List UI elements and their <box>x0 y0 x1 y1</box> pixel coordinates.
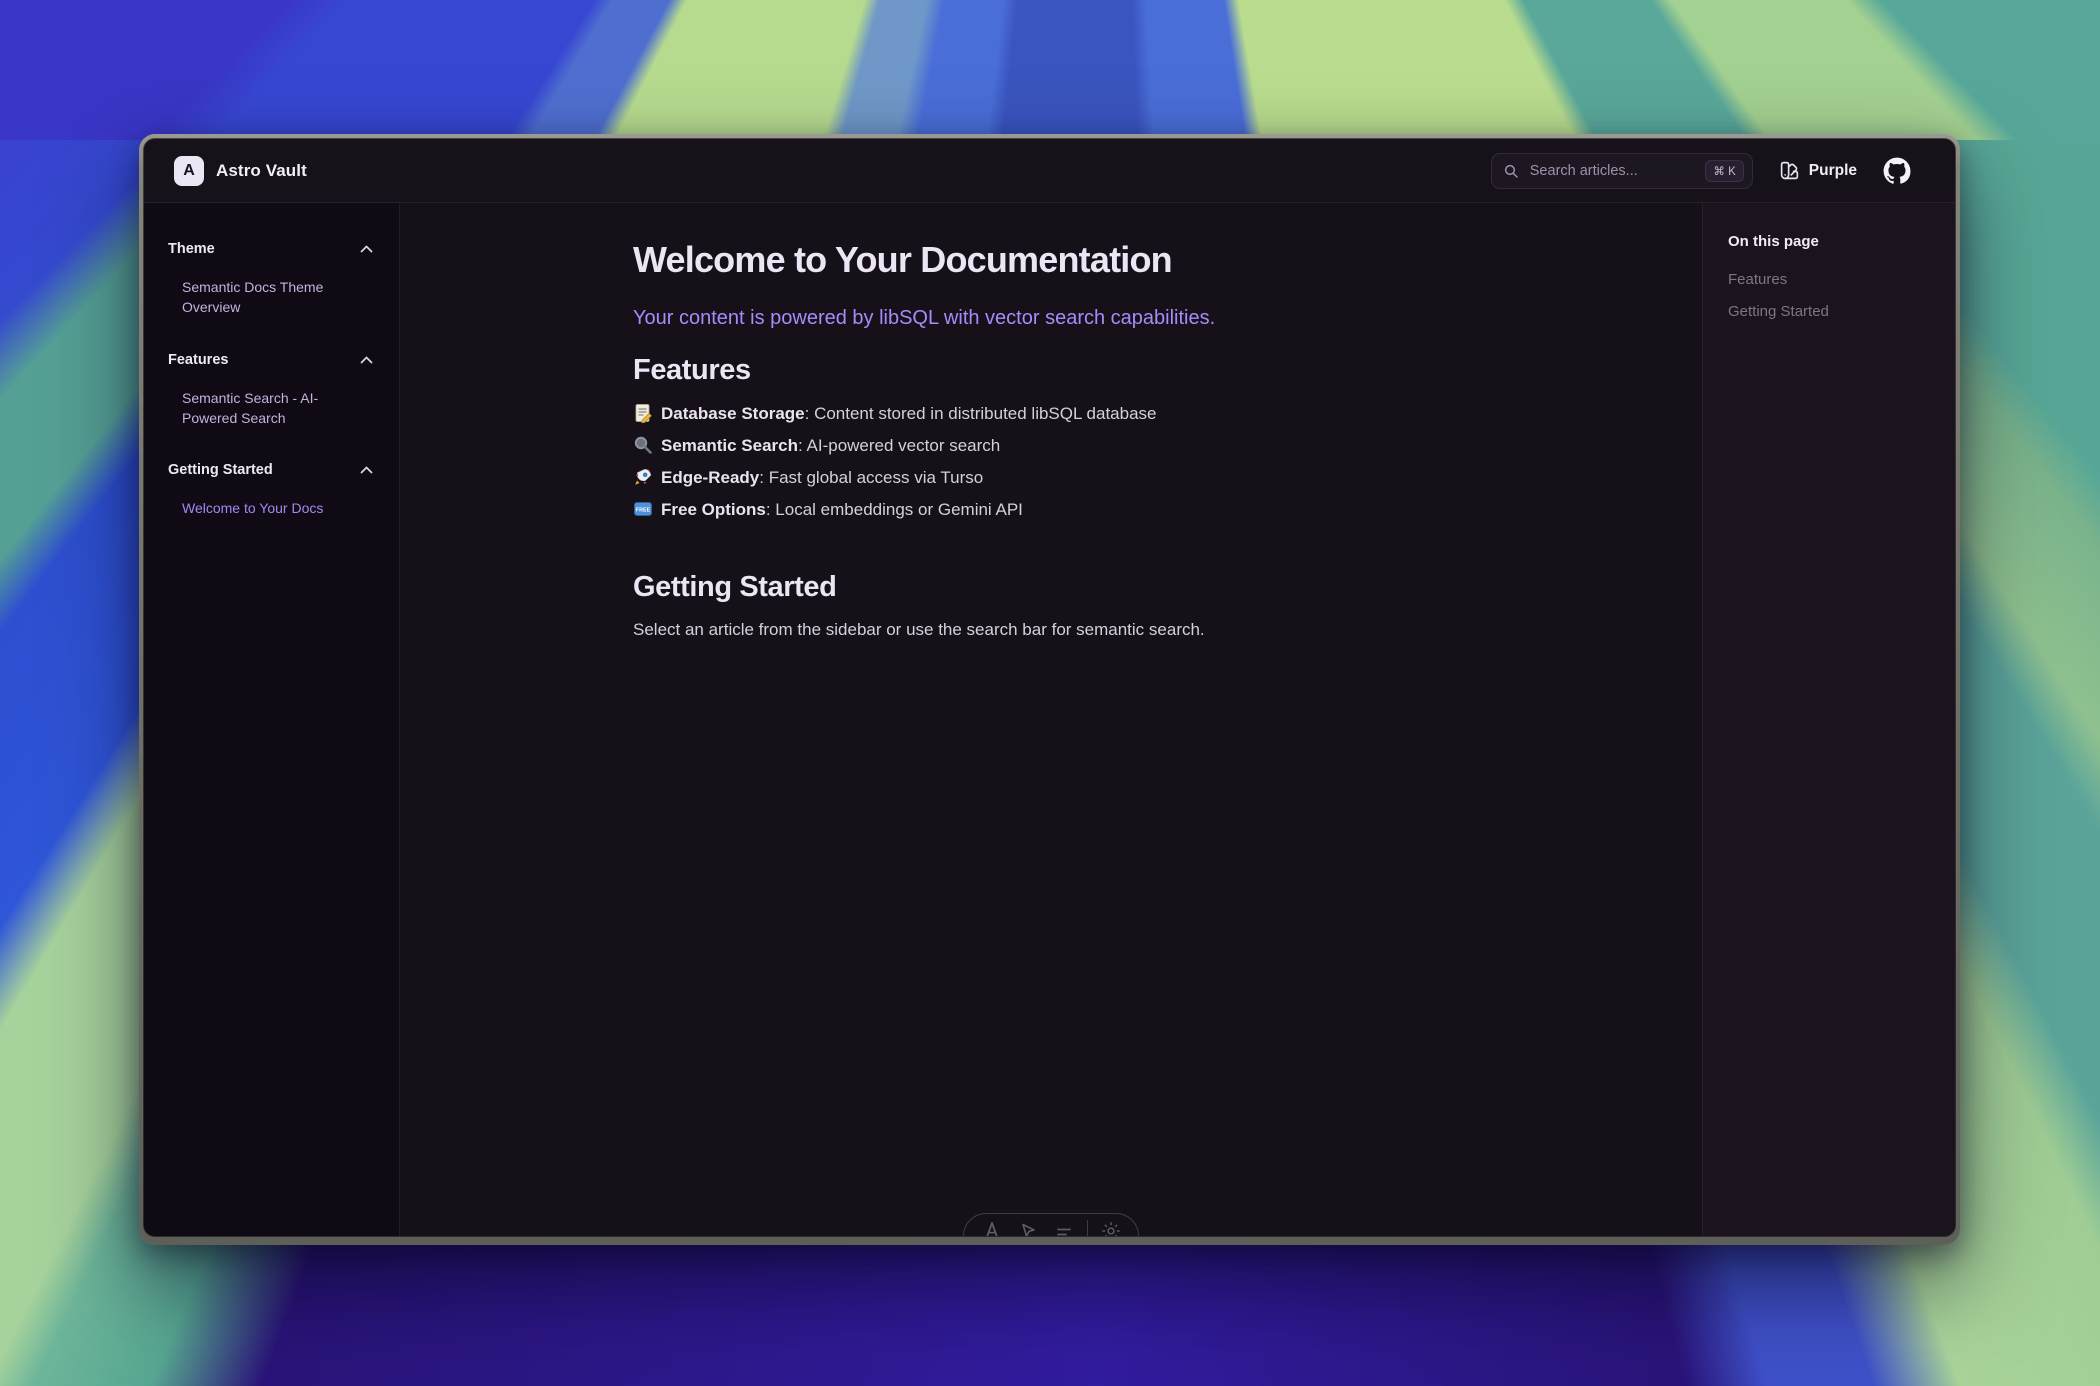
github-link[interactable] <box>1883 157 1911 185</box>
page-intro: Your content is powered by libSQL with v… <box>633 307 1469 330</box>
feature-label: Free Options <box>661 500 766 519</box>
toc-link-getting-started[interactable]: Getting Started <box>1728 303 1935 320</box>
feature-text: : Content stored in distributed libSQL d… <box>805 404 1157 423</box>
site-logo[interactable]: A <box>174 156 204 186</box>
sidebar-link-semantic-search[interactable]: Semantic Search - AI-Powered Search <box>168 388 373 429</box>
search-input[interactable] <box>1528 162 1706 180</box>
sidebar-section-theme: Theme Semantic Docs Theme Overview <box>168 241 373 318</box>
sidebar-section-label: Theme <box>168 241 215 257</box>
dev-toolbar-audit-button[interactable] <box>1049 1220 1079 1236</box>
audit-icon <box>1053 1220 1075 1236</box>
feature-item-database-storage: Database Storage: Content stored in dist… <box>633 403 1469 425</box>
sidebar-section-features-header[interactable]: Features <box>168 352 373 368</box>
getting-started-heading: Getting Started <box>633 571 1469 604</box>
toc-link-features[interactable]: Features <box>1728 271 1935 288</box>
feature-text: : AI-powered vector search <box>798 436 1000 455</box>
chevron-up-icon <box>360 356 373 364</box>
sidebar-section-getting-started: Getting Started Welcome to Your Docs <box>168 462 373 518</box>
search-bar[interactable]: ⌘ K <box>1491 153 1753 189</box>
free-emoji: FREE <box>633 499 653 519</box>
site-header: A Astro Vault ⌘ K <box>144 139 1955 203</box>
article: Welcome to Your Documentation Your conte… <box>633 203 1469 640</box>
chevron-up-icon <box>360 466 373 474</box>
desktop: A Astro Vault ⌘ K <box>0 0 2100 1386</box>
astro-logo-icon <box>981 1220 1003 1236</box>
site-title[interactable]: Astro Vault <box>216 161 307 181</box>
feature-item-semantic-search: Semantic Search: AI-powered vector searc… <box>633 435 1469 457</box>
app-window-body: A Astro Vault ⌘ K <box>144 139 1955 1236</box>
main-content: Welcome to Your Documentation Your conte… <box>400 203 1702 1236</box>
sidebar-section-label: Getting Started <box>168 462 273 478</box>
sidebar-section-getting-started-header[interactable]: Getting Started <box>168 462 373 478</box>
getting-started-paragraph: Select an article from the sidebar or us… <box>633 620 1469 640</box>
site-logo-letter: A <box>183 162 195 180</box>
swatch-book-icon <box>1779 160 1800 181</box>
github-icon <box>1883 157 1911 185</box>
feature-item-free-options: FREE Free Options: Local embeddings or G… <box>633 499 1469 521</box>
sidebar-section-label: Features <box>168 352 228 368</box>
page-title: Welcome to Your Documentation <box>633 239 1469 281</box>
search-shortcut-badge: ⌘ K <box>1705 160 1743 182</box>
sidebar-link-welcome-to-your-docs[interactable]: Welcome to Your Docs <box>168 498 373 518</box>
theme-select-button[interactable]: Purple <box>1779 160 1857 181</box>
sidebar-section-theme-header[interactable]: Theme <box>168 241 373 257</box>
chevron-up-icon <box>360 245 373 253</box>
search-icon <box>1503 163 1519 179</box>
feature-item-edge-ready: Edge-Ready: Fast global access via Turso <box>633 467 1469 489</box>
features-heading: Features <box>633 354 1469 387</box>
app-window: A Astro Vault ⌘ K <box>139 134 1960 1245</box>
inspect-arrow-icon <box>1017 1220 1039 1236</box>
free-badge-text: FREE <box>636 507 651 513</box>
sidebar-link-semantic-docs-theme-overview[interactable]: Semantic Docs Theme Overview <box>168 277 373 318</box>
features-list: Database Storage: Content stored in dist… <box>633 403 1469 521</box>
on-this-page-panel: On this page Features Getting Started <box>1702 203 1955 1236</box>
feature-text: : Local embeddings or Gemini API <box>766 500 1023 519</box>
rocket-emoji <box>633 467 653 487</box>
feature-text: : Fast global access via Turso <box>759 468 983 487</box>
dev-toolbar-inspect-button[interactable] <box>1013 1220 1043 1236</box>
sidebar-section-features: Features Semantic Search - AI-Powered Se… <box>168 352 373 429</box>
dev-toolbar-settings-button[interactable] <box>1096 1220 1126 1236</box>
feature-label: Database Storage <box>661 404 805 423</box>
dev-toolbar <box>963 1213 1139 1236</box>
docs-sidebar: Theme Semantic Docs Theme Overview Featu… <box>144 203 400 1236</box>
on-this-page-title: On this page <box>1728 233 1935 250</box>
dev-toolbar-divider <box>1087 1220 1088 1236</box>
settings-gear-icon <box>1100 1220 1122 1236</box>
desktop-wallpaper-rays <box>0 0 2100 140</box>
theme-select-label: Purple <box>1809 162 1857 180</box>
memo-emoji <box>633 403 653 423</box>
feature-label: Semantic Search <box>661 436 798 455</box>
page-columns: Theme Semantic Docs Theme Overview Featu… <box>144 203 1955 1236</box>
feature-label: Edge-Ready <box>661 468 759 487</box>
magnifying-glass-emoji <box>633 435 653 455</box>
dev-toolbar-menu-button[interactable] <box>977 1220 1007 1236</box>
